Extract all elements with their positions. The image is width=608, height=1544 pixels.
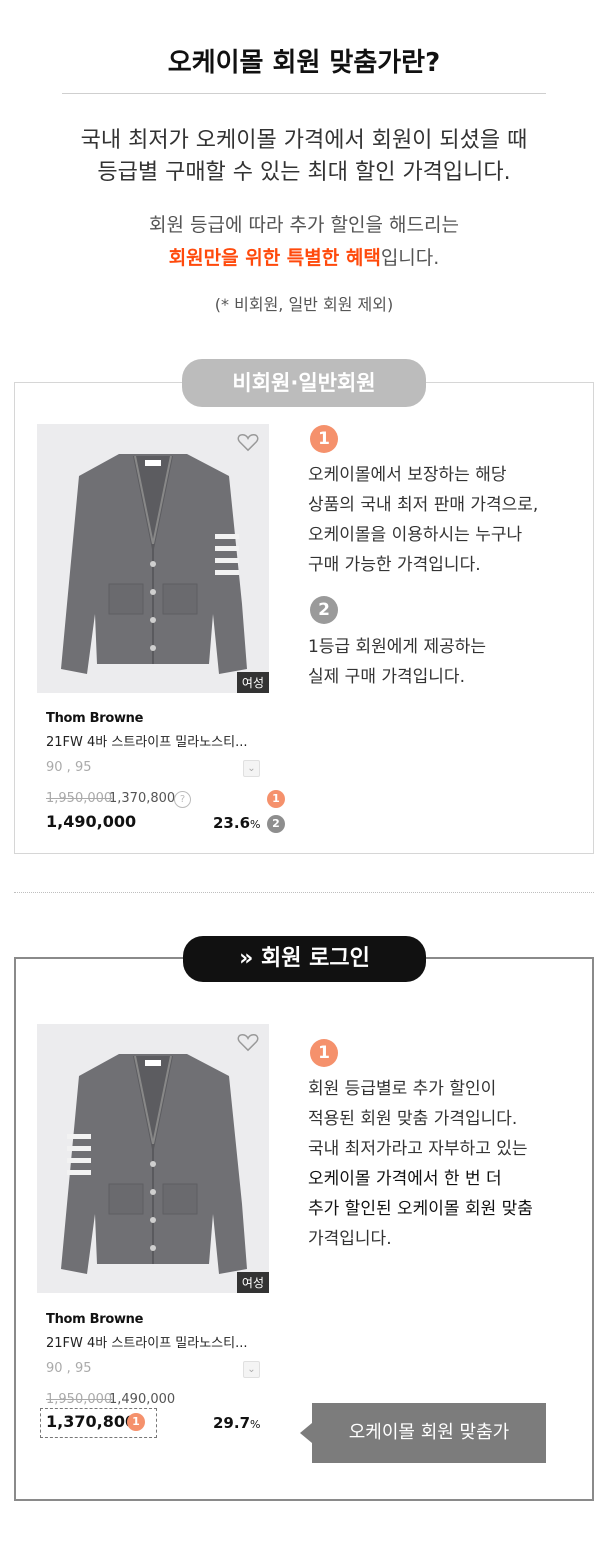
- member-price-callout: 오케이몰 회원 맞춤가: [312, 1403, 546, 1463]
- desc-2-line: 1등급 회원에게 제공하는: [308, 637, 487, 657]
- sub-line-1: 회원 등급에 따라 추가 할인을 해드리는: [149, 214, 459, 236]
- discount-rate: 29.7%: [213, 1414, 260, 1432]
- discount-value: 23.6: [213, 814, 251, 832]
- member-login-pill[interactable]: » 회원 로그인: [183, 936, 426, 982]
- product-sizes: 90 , 95: [46, 760, 92, 775]
- badge-1-small: 1: [127, 1413, 145, 1431]
- exclusion-note: (* 비회원, 일반 회원 제외): [214, 295, 394, 314]
- secondary-price: 1,370,800: [109, 791, 176, 806]
- badge-1-large: 1: [310, 1039, 338, 1067]
- gender-tag: 여성: [236, 1272, 269, 1293]
- product-brand: Thom Browne: [46, 711, 144, 726]
- desc-1-line: 구매 가능한 가격입니다.: [308, 555, 481, 575]
- product-brand: Thom Browne: [46, 1312, 144, 1327]
- double-chevron-icon: »: [239, 946, 254, 971]
- callout-pointer: [300, 1423, 312, 1443]
- desc-line: 적용된 회원 맞춤 가격입니다.: [308, 1109, 518, 1129]
- desc-2-line: 실제 구매 가격입니다.: [308, 667, 465, 687]
- sub-highlight: 회원만을 위한 특별한 혜택: [168, 247, 381, 269]
- product-name[interactable]: 21FW 4바 스트라이프 밀라노스티...: [46, 1332, 248, 1351]
- chevron-down-icon[interactable]: ⌄: [243, 760, 260, 777]
- sale-price: 1,490,000: [46, 812, 137, 831]
- heart-icon[interactable]: [237, 432, 259, 452]
- desc-1-line: 상품의 국내 최저 판매 가격으로,: [308, 495, 539, 515]
- desc-line: 가격입니다.: [308, 1229, 392, 1249]
- secondary-price: 1,490,000: [109, 1392, 176, 1407]
- product-image[interactable]: 여성: [37, 1024, 269, 1293]
- member-price: 1,370,800: [46, 1412, 137, 1431]
- discount-unit: %: [250, 818, 261, 831]
- section-divider: [14, 892, 594, 893]
- non-member-pill: 비회원·일반회원: [182, 359, 426, 407]
- original-price: 1,950,000: [46, 791, 113, 806]
- chevron-down-icon[interactable]: ⌄: [243, 1361, 260, 1378]
- question-icon[interactable]: ?: [174, 791, 191, 808]
- discount-value: 29.7: [213, 1414, 251, 1432]
- desc-1-line: 오케이몰을 이용하시는 누구나: [308, 525, 523, 545]
- gender-tag: 여성: [236, 672, 269, 693]
- lead-line-2: 등급별 구매할 수 있는 최대 할인 가격입니다.: [97, 160, 511, 185]
- badge-2-small: 2: [267, 815, 285, 833]
- desc-1-line: 오케이몰에서 보장하는 해당: [308, 465, 507, 485]
- product-name[interactable]: 21FW 4바 스트라이프 밀라노스티...: [46, 731, 248, 750]
- heart-icon[interactable]: [237, 1032, 259, 1052]
- cardigan-illustration: [61, 454, 247, 674]
- desc-1: 오케이몰에서 보장하는 해당 상품의 국내 최저 판매 가격으로, 오케이몰을 …: [308, 460, 538, 580]
- product-sizes: 90 , 95: [46, 1361, 92, 1376]
- desc-line: 국내 최저가라고 자부하고 있는: [308, 1139, 528, 1159]
- desc-line: 추가 할인된 오케이몰 회원 맞춤: [308, 1199, 533, 1219]
- desc-line: 오케이몰 가격에서 한 번 더: [308, 1169, 502, 1189]
- page-title: 오케이몰 회원 맞춤가란?: [167, 48, 441, 78]
- discount-unit: %: [250, 1418, 261, 1431]
- desc-2: 1등급 회원에게 제공하는 실제 구매 가격입니다.: [308, 632, 486, 692]
- member-login-label: 회원 로그인: [261, 946, 370, 971]
- badge-1-large: 1: [310, 425, 338, 453]
- desc-line: 회원 등급별로 추가 할인이: [308, 1079, 497, 1099]
- product-image[interactable]: 여성: [37, 424, 269, 693]
- title-divider: [62, 93, 546, 94]
- sub-line-2: 회원만을 위한 특별한 혜택입니다.: [0, 243, 608, 270]
- original-price: 1,950,000: [46, 1392, 113, 1407]
- badge-2-large: 2: [310, 596, 338, 624]
- discount-rate: 23.6%: [213, 814, 260, 832]
- badge-1-small: 1: [267, 790, 285, 808]
- lead-line-1: 국내 최저가 오케이몰 가격에서 회원이 되셨을 때: [80, 128, 528, 153]
- desc-member: 회원 등급별로 추가 할인이 적용된 회원 맞춤 가격입니다. 국내 최저가라고…: [308, 1074, 533, 1254]
- cardigan-illustration: [61, 1054, 247, 1274]
- sub-tail: 입니다.: [380, 247, 440, 269]
